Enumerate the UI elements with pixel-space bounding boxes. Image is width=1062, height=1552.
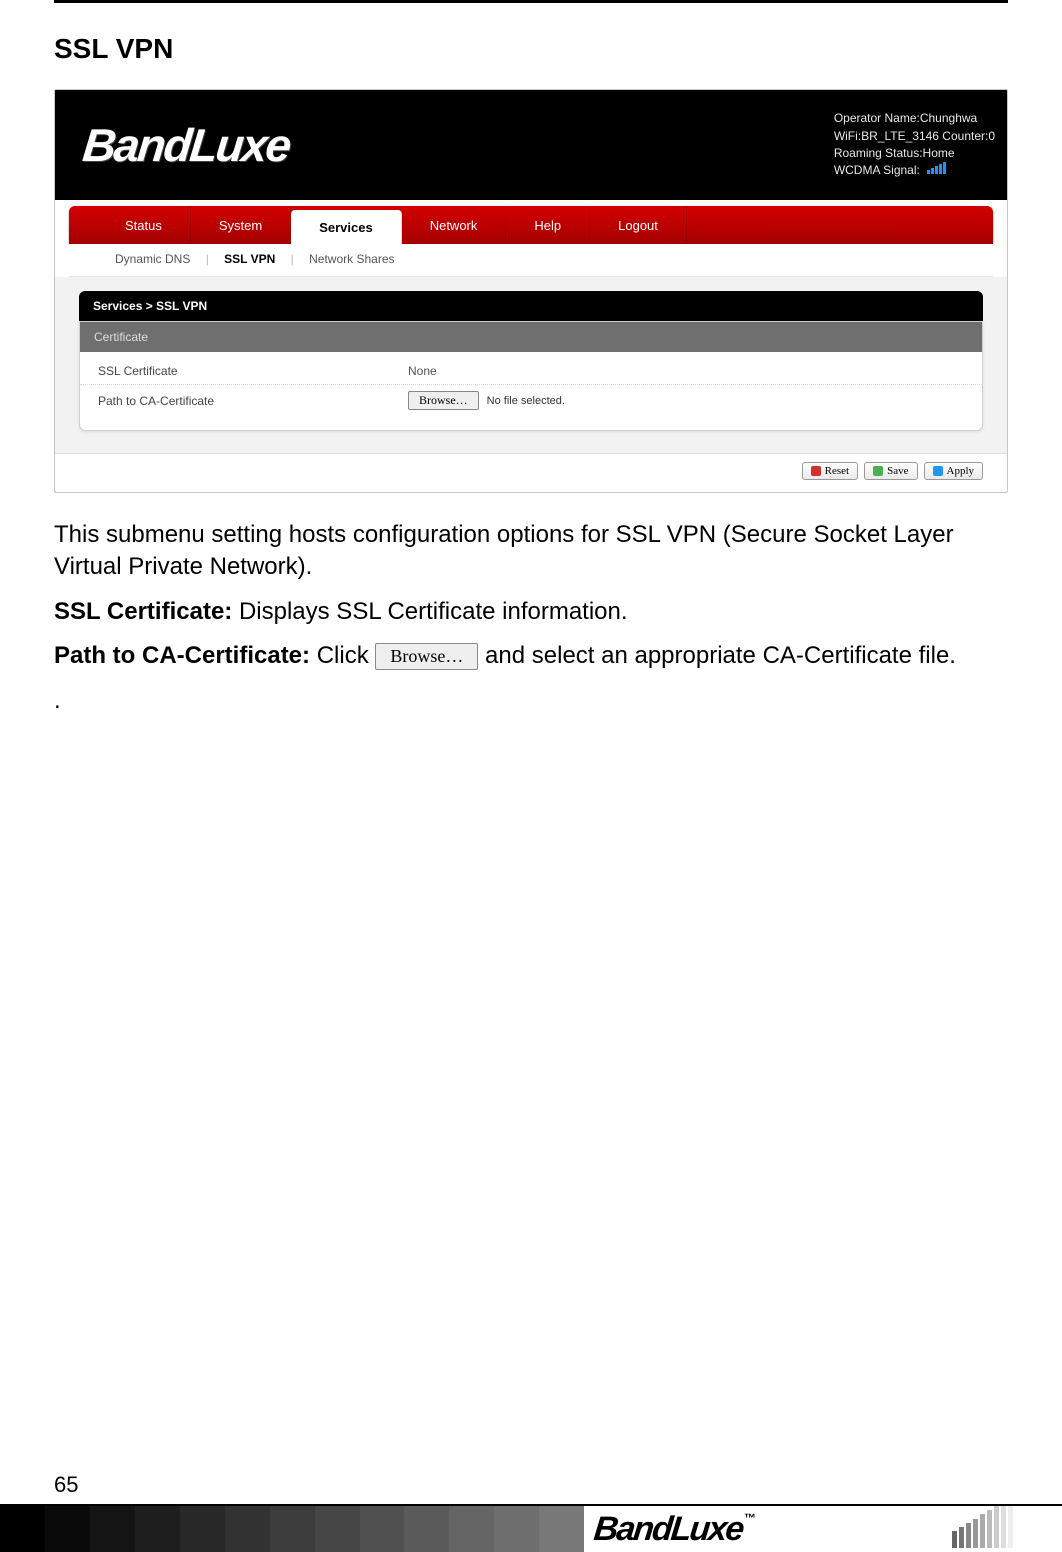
nav-system[interactable]: System: [191, 206, 291, 244]
footer-brand: BandLuxe™: [582, 1510, 954, 1549]
reset-label: Reset: [825, 465, 849, 477]
apply-icon: [933, 466, 943, 476]
subnav-separator: |: [285, 252, 300, 266]
inline-browse-button[interactable]: Browse…: [375, 643, 478, 670]
ca-path-pre: Click: [310, 642, 375, 669]
footer-stripes: [952, 1506, 1062, 1552]
wifi-line: WiFi:BR_LTE_3146 Counter:0: [834, 128, 995, 145]
screenshot-panel: BandLuxe Operator Name:Chunghwa WiFi:BR_…: [54, 89, 1008, 493]
apply-button[interactable]: Apply: [924, 462, 984, 480]
main-nav: Status System Services Network Help Logo…: [69, 206, 993, 244]
ssl-cert-rest: Displays SSL Certificate information.: [232, 598, 627, 625]
reset-icon: [811, 466, 821, 476]
breadcrumb: Services > SSL VPN: [79, 291, 983, 321]
save-label: Save: [887, 465, 908, 477]
nav-status[interactable]: Status: [97, 206, 191, 244]
ca-path-row: Path to CA-Certificate Browse… No file s…: [80, 385, 982, 416]
ca-path-paragraph: Path to CA-Certificate: Click Browse… an…: [54, 640, 1008, 672]
nav-services[interactable]: Services: [291, 210, 402, 244]
ssl-cert-row: SSL Certificate None: [80, 358, 982, 385]
footer-color-blocks: [0, 1506, 584, 1552]
page-number: 65: [0, 1472, 1062, 1506]
action-row: Reset Save Apply: [55, 453, 1007, 492]
ssl-cert-paragraph: SSL Certificate: Displays SSL Certificat…: [54, 596, 1008, 628]
trailing-dot: .: [54, 685, 1008, 717]
save-icon: [873, 466, 883, 476]
ssl-cert-bold: SSL Certificate:: [54, 598, 232, 625]
certificate-panel: Certificate SSL Certificate None Path to…: [79, 321, 983, 431]
section-title: SSL VPN: [54, 33, 1008, 65]
subnav-separator: |: [200, 252, 215, 266]
roaming-line: Roaming Status:Home: [834, 145, 995, 162]
ssl-cert-label: SSL Certificate: [98, 364, 408, 378]
trademark: ™: [744, 1510, 754, 1524]
sub-nav: Dynamic DNS | SSL VPN | Network Shares: [69, 244, 993, 277]
body-copy: This submenu setting hosts configuration…: [54, 519, 1008, 717]
nav-help[interactable]: Help: [506, 206, 590, 244]
intro-paragraph: This submenu setting hosts configuration…: [54, 519, 1008, 584]
browse-button[interactable]: Browse…: [408, 391, 479, 410]
save-button[interactable]: Save: [864, 462, 917, 480]
signal-label: WCDMA Signal:: [834, 163, 920, 177]
ssl-cert-value: None: [408, 364, 964, 378]
subnav-network-shares[interactable]: Network Shares: [303, 252, 400, 266]
subnav-ssl-vpn[interactable]: SSL VPN: [218, 252, 281, 266]
nav-logout[interactable]: Logout: [590, 206, 687, 244]
footer-brand-text: BandLuxe: [592, 1510, 744, 1549]
apply-label: Apply: [947, 465, 975, 477]
subnav-dynamic-dns[interactable]: Dynamic DNS: [109, 252, 196, 266]
ca-path-post: and select an appropriate CA-Certificate…: [485, 642, 956, 669]
screenshot-header: BandLuxe Operator Name:Chunghwa WiFi:BR_…: [55, 90, 1007, 200]
no-file-label: No file selected.: [487, 395, 565, 407]
page-footer: 65 BandLuxe™: [0, 1472, 1062, 1552]
ca-path-bold: Path to CA-Certificate:: [54, 642, 310, 669]
ca-path-label: Path to CA-Certificate: [98, 394, 408, 408]
operator-info: Operator Name:Chunghwa WiFi:BR_LTE_3146 …: [834, 110, 995, 180]
signal-icon: [927, 162, 947, 179]
operator-name-line: Operator Name:Chunghwa: [834, 110, 995, 127]
nav-network[interactable]: Network: [402, 206, 507, 244]
brand-logo: BandLuxe: [80, 118, 292, 172]
panel-title: Certificate: [80, 322, 982, 352]
reset-button[interactable]: Reset: [802, 462, 858, 480]
